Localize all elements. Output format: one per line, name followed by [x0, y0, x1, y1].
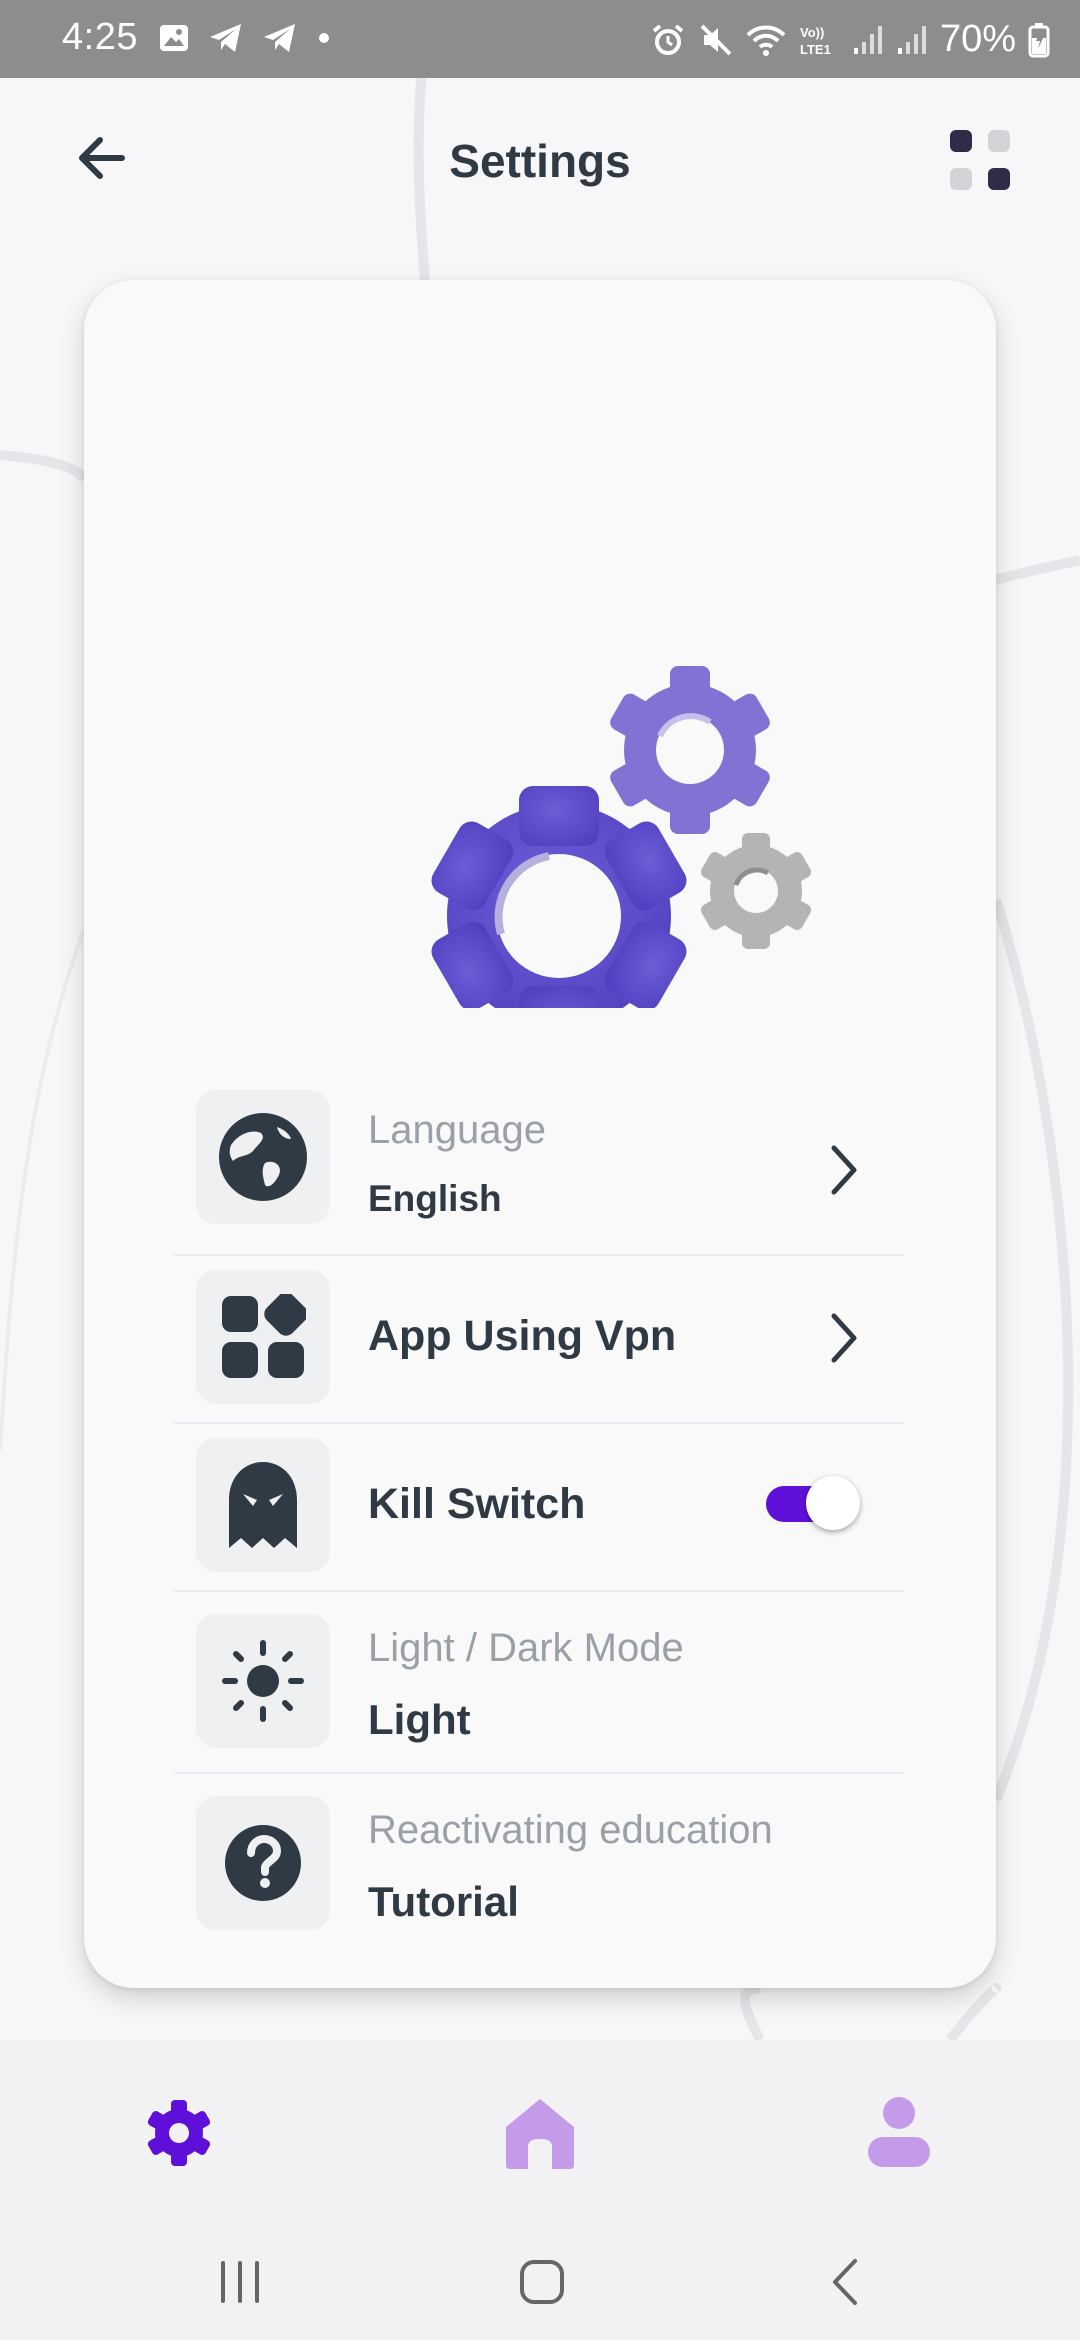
language-label: Language [368, 1108, 546, 1152]
theme-value: Light [368, 1696, 471, 1743]
telegram-icon [262, 22, 298, 54]
status-left-icons [158, 22, 332, 54]
toggle-knob [806, 1476, 860, 1530]
globe-icon [196, 1090, 330, 1224]
tutorial-label: Reactivating education [368, 1808, 773, 1852]
nav-profile-tab[interactable] [854, 2088, 944, 2178]
settings-card: Language English App Using Vpn Kill Swit… [84, 280, 996, 1988]
grid-dots-icon [950, 130, 1010, 190]
svg-text:LTE1: LTE1 [800, 42, 831, 57]
status-bar: 4:25 Vo)) LTE1 70% [0, 0, 1080, 78]
mute-icon [698, 22, 734, 58]
settings-gear-icon [147, 2100, 211, 2166]
signal-icon [896, 24, 928, 56]
question-icon [196, 1796, 330, 1930]
language-value: English [368, 1178, 502, 1219]
setting-kill-switch: Kill Switch [174, 1424, 904, 1592]
gears-illustration [334, 508, 834, 1046]
signal-icon [852, 24, 884, 56]
bottom-navigation [0, 2040, 1080, 2218]
menu-grid-button[interactable] [944, 124, 1016, 196]
app-header: Settings [0, 78, 1080, 248]
telegram-icon [208, 22, 244, 54]
theme-label: Light / Dark Mode [368, 1626, 684, 1670]
svg-text:Vo)): Vo)) [800, 25, 824, 40]
home-circle-icon [520, 2260, 564, 2304]
sun-icon [196, 1614, 330, 1748]
settings-list: Language English App Using Vpn Kill Swit… [174, 1088, 904, 1954]
kill-switch-label: Kill Switch [368, 1480, 586, 1528]
system-back-button[interactable] [806, 2242, 886, 2322]
volte-lte1-icon: Vo)) LTE1 [798, 22, 840, 58]
apps-using-vpn-label: App Using Vpn [368, 1312, 677, 1360]
setting-tutorial[interactable]: Reactivating education Tutorial [174, 1774, 904, 1954]
status-right-icons: Vo)) LTE1 70% [650, 18, 1050, 61]
wifi-icon [746, 23, 786, 57]
profile-icon [868, 2097, 930, 2167]
apps-icon [196, 1270, 330, 1404]
page-title: Settings [449, 135, 631, 187]
dot-icon [316, 30, 332, 46]
back-chevron-icon [833, 2259, 857, 2305]
recents-icon [221, 2261, 259, 2303]
tutorial-value: Tutorial [368, 1878, 519, 1925]
status-time: 4:25 [62, 16, 138, 58]
nav-home-tab[interactable] [495, 2088, 585, 2178]
chevron-right-icon [831, 1145, 857, 1195]
setting-apps-using-vpn[interactable]: App Using Vpn [174, 1256, 904, 1424]
battery-percent: 70% [939, 18, 1016, 60]
setting-language[interactable]: Language English [174, 1088, 904, 1256]
nav-settings-tab[interactable] [134, 2088, 224, 2178]
system-home-button[interactable] [502, 2242, 582, 2322]
battery-icon [1028, 22, 1050, 58]
recents-button[interactable] [200, 2242, 280, 2322]
chevron-right-icon [831, 1313, 857, 1363]
kill-switch-toggle[interactable] [766, 1474, 862, 1530]
home-icon [506, 2099, 574, 2169]
system-navigation-bar [0, 2218, 1080, 2340]
alarm-icon [650, 22, 686, 58]
gallery-icon [158, 22, 190, 54]
setting-theme[interactable]: Light / Dark Mode Light [174, 1592, 904, 1774]
ghost-icon [196, 1438, 330, 1572]
